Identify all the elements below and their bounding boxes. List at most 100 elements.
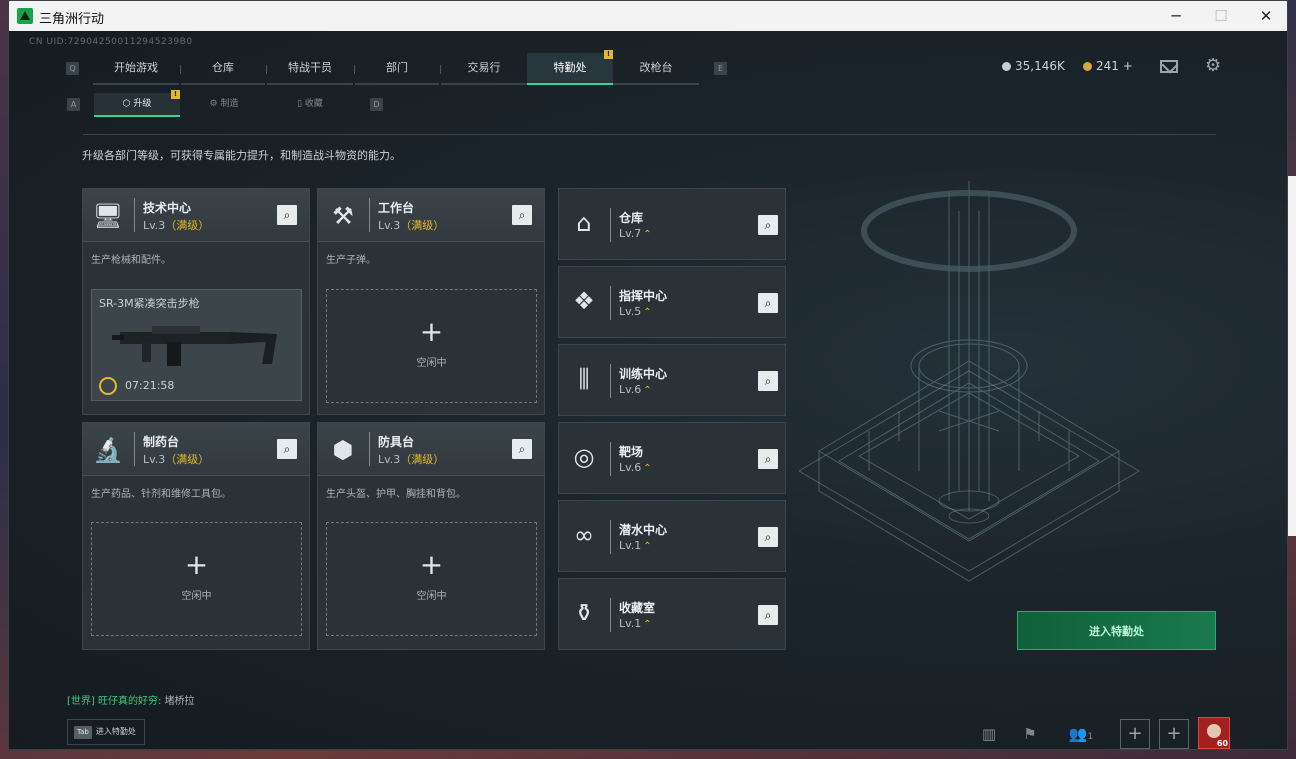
empty-production-slot[interactable]: + 空闲中: [326, 522, 537, 636]
card-warehouse[interactable]: ⌂ 仓库 Lv.7 ⌃ ⌕: [558, 188, 786, 260]
target-icon: ◎: [573, 443, 595, 471]
game-area: CN UID:729042500112945239B0 Q 开始游戏 仓库 特战…: [9, 31, 1287, 749]
card-title: 靶场: [619, 445, 644, 459]
search-icon[interactable]: ⌕: [277, 205, 297, 225]
card-title: 指挥中心: [619, 289, 668, 303]
world-chat-line[interactable]: [世界] 旺仔真的好穷: 堵桥拉: [67, 692, 195, 707]
subnav-left-key: A: [67, 98, 80, 111]
upgrade-alert-badge: !: [171, 90, 180, 99]
coin-balance[interactable]: 35,146K: [1002, 59, 1065, 73]
divider: [610, 364, 611, 398]
tab-warehouse[interactable]: 仓库: [181, 53, 265, 85]
max-level-label: （满级）: [165, 219, 210, 232]
subtab-craft[interactable]: ⚙ 制造: [181, 93, 267, 117]
tab-hint[interactable]: Tab 进入特勤处: [67, 719, 145, 745]
title-bar: 三角洲行动 ─ ☐ ✕: [9, 1, 1287, 31]
card-tech-center[interactable]: 🖥 技术中心 Lv.3（满级） ⌕ 生产枪械和配件。 SR-3M紧凑突击步枪 0…: [82, 188, 310, 415]
tab-start-game[interactable]: 开始游戏: [93, 53, 179, 85]
card-pharmacy[interactable]: 🔬 制药台 Lv.3（满级） ⌕ 生产药品、针剂和维修工具包。 + 空闲中: [82, 422, 310, 650]
invite-slot-button[interactable]: +: [1120, 719, 1150, 749]
friends-count: 1: [1087, 732, 1094, 742]
tab-operators[interactable]: 特战干员: [267, 53, 353, 85]
add-premium-button[interactable]: +: [1123, 59, 1133, 73]
player-avatar[interactable]: 60: [1198, 717, 1230, 749]
card-collection-room[interactable]: ⚱ 收藏室 Lv.1 ⌃ ⌕: [558, 578, 786, 650]
upgrade-available-icon: ⌃: [643, 229, 652, 240]
minimize-button[interactable]: ─: [1153, 1, 1199, 31]
upgrade-available-icon: ⌃: [643, 541, 652, 552]
card-header: 🔬 制药台 Lv.3（满级） ⌕: [83, 423, 309, 476]
slot-status: 空闲中: [416, 358, 447, 369]
divider: [369, 432, 370, 466]
upgrade-available-icon: ⌃: [643, 385, 652, 396]
nav-left-key: Q: [66, 62, 79, 75]
maximize-button[interactable]: ☐: [1198, 1, 1244, 31]
special-ops-alert-badge: !: [604, 50, 613, 59]
rifle-image: [112, 326, 277, 366]
collection-icon: ⚱: [573, 599, 595, 627]
search-icon[interactable]: ⌕: [758, 215, 778, 235]
tab-gunsmith[interactable]: 改枪台: [613, 53, 699, 85]
divider: [610, 286, 611, 320]
production-timer: 07:21:58: [125, 379, 175, 392]
card-level: Lv.6 ⌃: [619, 383, 652, 396]
subtab-craft-label: 制造: [220, 99, 239, 109]
card-diving-center[interactable]: ∞ 潜水中心 Lv.1 ⌃ ⌕: [558, 500, 786, 572]
tab-department[interactable]: 部门: [355, 53, 439, 85]
stats-chart-icon[interactable]: ▥: [974, 719, 1004, 749]
tab-special-ops[interactable]: 特勤处: [527, 53, 613, 85]
add-icon: +: [419, 315, 444, 348]
search-icon[interactable]: ⌕: [512, 439, 532, 459]
window-title: 三角洲行动: [39, 12, 105, 27]
production-item-name: SR-3M紧凑突击步枪: [99, 297, 200, 310]
empty-production-slot[interactable]: + 空闲中: [326, 289, 537, 403]
card-command-center[interactable]: ❖ 指挥中心 Lv.5 ⌃ ⌕: [558, 266, 786, 338]
search-icon[interactable]: ⌕: [758, 293, 778, 313]
card-header: ⚒ 工作台 Lv.3（满级） ⌕: [318, 189, 544, 242]
mail-icon[interactable]: [1160, 60, 1178, 73]
card-workbench[interactable]: ⚒ 工作台 Lv.3（满级） ⌕ 生产子弹。 + 空闲中: [317, 188, 545, 415]
premium-balance[interactable]: 241 +: [1083, 59, 1133, 73]
empty-production-slot[interactable]: + 空闲中: [91, 522, 302, 636]
search-icon[interactable]: ⌕: [758, 371, 778, 391]
chat-channel: [世界]: [67, 696, 95, 707]
premium-coin-icon: [1083, 62, 1092, 71]
add-icon: +: [184, 548, 209, 581]
level-value: Lv.3: [143, 219, 166, 232]
card-armor-bench[interactable]: ⬢ 防具台 Lv.3（满级） ⌕ 生产头盔、护甲、胸挂和背包。 + 空闲中: [317, 422, 545, 650]
invite-slot-button[interactable]: +: [1159, 719, 1189, 749]
craft-icon: ⚙: [209, 99, 221, 109]
coin-icon: [1002, 62, 1011, 71]
slot-status: 空闲中: [416, 591, 447, 602]
subtab-upgrade[interactable]: ⬡ 升级: [94, 93, 180, 117]
settings-gear-icon[interactable]: ⚙: [1205, 57, 1221, 75]
card-shooting-range[interactable]: ◎ 靶场 Lv.6 ⌃ ⌕: [558, 422, 786, 494]
search-icon[interactable]: ⌕: [758, 605, 778, 625]
production-item-panel[interactable]: SR-3M紧凑突击步枪 07:21:58: [91, 289, 302, 401]
player-uid: CN UID:729042500112945239B0: [29, 37, 193, 47]
warehouse-icon: ⌂: [576, 209, 592, 237]
card-description: 生产子弹。: [326, 255, 376, 266]
premium-value: 241: [1096, 59, 1119, 73]
timer-icon: [99, 377, 117, 395]
level-value: Lv.3: [143, 453, 166, 466]
command-icon: ❖: [573, 287, 595, 315]
tools-icon: ⚒: [332, 202, 354, 230]
subtab-collection[interactable]: ▯ 收藏: [267, 93, 353, 117]
tab-trading[interactable]: 交易行: [441, 53, 527, 85]
close-button[interactable]: ✕: [1243, 1, 1287, 31]
level-value: Lv.6: [619, 383, 642, 396]
team-button[interactable]: 👥1: [1061, 719, 1101, 749]
divider: [134, 198, 135, 232]
card-description: 生产枪械和配件。: [91, 255, 171, 266]
microscope-icon: 🔬: [93, 436, 123, 464]
tab-key: Tab: [74, 726, 92, 739]
search-icon[interactable]: ⌕: [512, 205, 532, 225]
card-title: 防具台: [378, 435, 415, 449]
search-icon[interactable]: ⌕: [758, 449, 778, 469]
search-icon[interactable]: ⌕: [758, 527, 778, 547]
card-training-center[interactable]: ⫼ 训练中心 Lv.6 ⌃ ⌕: [558, 344, 786, 416]
search-icon[interactable]: ⌕: [277, 439, 297, 459]
flag-icon[interactable]: ⚑: [1015, 719, 1045, 749]
enter-special-ops-button[interactable]: 进入特勤处: [1017, 611, 1216, 650]
